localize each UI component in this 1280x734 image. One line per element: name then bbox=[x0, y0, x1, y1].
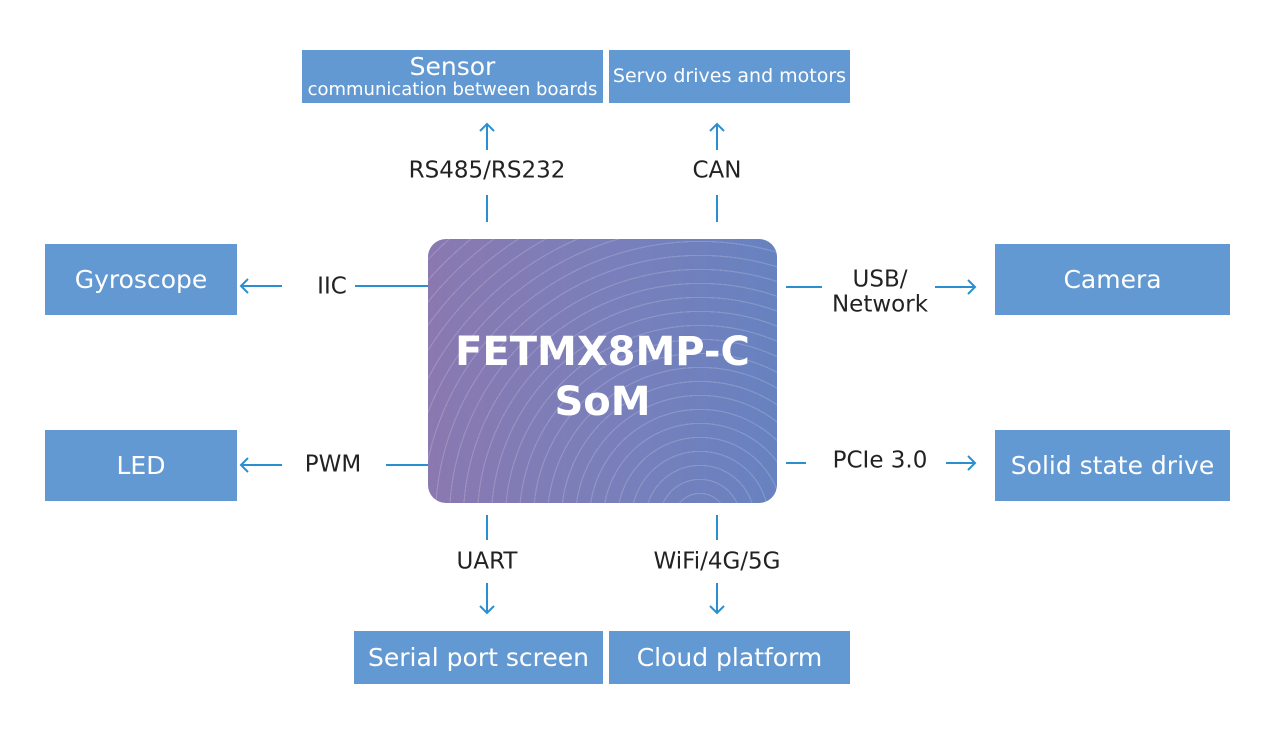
servo-box: Servo drives and motors bbox=[609, 50, 850, 103]
servo-label: Servo drives and motors bbox=[612, 65, 847, 88]
serial-label: Serial port screen bbox=[368, 642, 589, 672]
rs485-label: RS485/RS232 bbox=[408, 157, 566, 184]
pcie-label: PCIe 3.0 bbox=[832, 447, 928, 474]
sensor-title: Sensor bbox=[409, 51, 496, 81]
uart-label: UART bbox=[456, 548, 518, 575]
usb-label-line1: USB/ bbox=[852, 266, 908, 293]
camera-box: Camera bbox=[995, 244, 1230, 315]
usb-network-label: USB/ Network bbox=[831, 266, 929, 319]
pwm-label: PWM bbox=[304, 451, 362, 478]
serial-box: Serial port screen bbox=[354, 631, 603, 684]
som-chip: FETMX8MP-C SoM bbox=[428, 239, 777, 503]
usb-label-line2: Network bbox=[831, 292, 929, 318]
sensor-subtitle: communication between boards bbox=[307, 79, 598, 101]
wifi-label: WiFi/4G/5G bbox=[653, 548, 781, 575]
cloud-label: Cloud platform bbox=[636, 642, 823, 672]
iic-label: IIC bbox=[317, 273, 347, 300]
diagram: FETMX8MP-C SoM Sensor communication betw… bbox=[0, 0, 1280, 734]
gyroscope-box: Gyroscope bbox=[45, 244, 237, 315]
led-label: LED bbox=[116, 450, 166, 480]
led-box: LED bbox=[45, 430, 237, 501]
camera-label: Camera bbox=[1063, 264, 1162, 294]
can-label: CAN bbox=[692, 157, 742, 184]
ssd-label: Solid state drive bbox=[1010, 450, 1215, 480]
ssd-box: Solid state drive bbox=[995, 430, 1230, 501]
sensor-box: Sensor communication between boards bbox=[302, 50, 603, 103]
chip-name: FETMX8MP-C bbox=[455, 329, 750, 375]
gyroscope-label: Gyroscope bbox=[74, 264, 208, 294]
chip-type: SoM bbox=[554, 379, 651, 425]
cloud-box: Cloud platform bbox=[609, 631, 850, 684]
